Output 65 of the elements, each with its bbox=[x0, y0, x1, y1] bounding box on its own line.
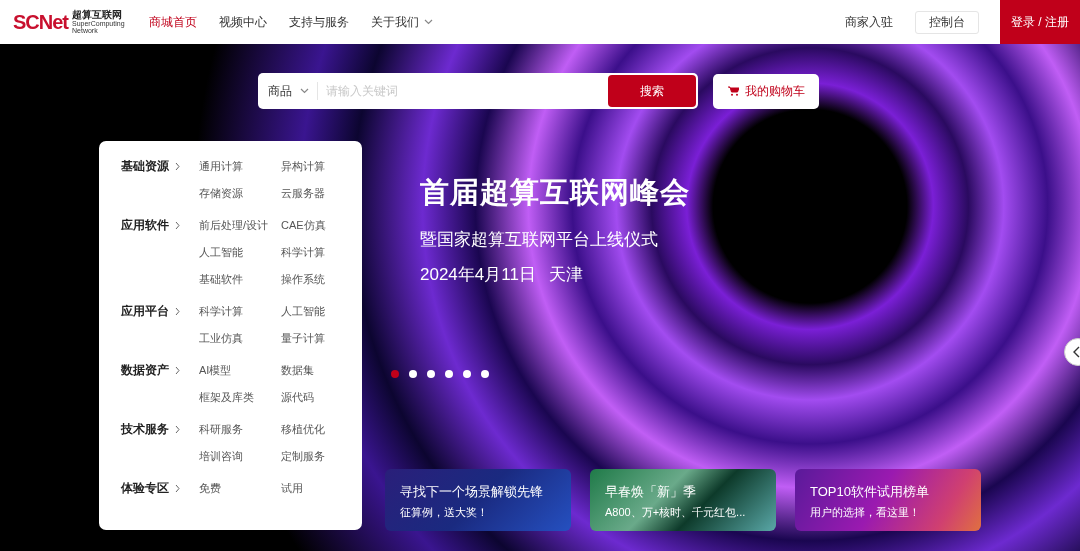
category-link[interactable]: 量子计算 bbox=[281, 330, 361, 346]
promo-text: A800、万+核时、千元红包... bbox=[605, 505, 747, 520]
category-heading[interactable]: 技术服务 bbox=[121, 421, 199, 437]
promo-title: 早春焕「新」季 bbox=[605, 483, 697, 500]
merchant-link[interactable]: 商家入驻 bbox=[845, 13, 893, 31]
cart-icon bbox=[727, 86, 739, 96]
banner-city: 天津 bbox=[548, 264, 583, 286]
login-button[interactable]: 登录 / 注册 bbox=[1000, 0, 1080, 44]
category-link[interactable]: 云服务器 bbox=[281, 185, 361, 201]
category-link[interactable]: 试用 bbox=[281, 480, 361, 496]
category-link[interactable]: 通用计算 bbox=[199, 158, 281, 174]
promo-text: 征算例，送大奖！ bbox=[400, 505, 489, 520]
nav-link[interactable]: 商城首页 bbox=[148, 13, 197, 31]
promo-title: 寻找下一个场景解锁先锋 bbox=[400, 483, 544, 500]
chevron-right-icon bbox=[175, 220, 180, 230]
search-button[interactable]: 搜索 bbox=[608, 75, 696, 107]
category-link[interactable]: 工业仿真 bbox=[199, 330, 281, 346]
promo-text: 用户的选择，看这里！ bbox=[810, 505, 921, 520]
category-link[interactable]: 前后处理/设计 bbox=[199, 217, 281, 233]
cart-button[interactable]: 我的购物车 bbox=[713, 73, 819, 109]
category-link[interactable]: 人工智能 bbox=[281, 303, 361, 319]
category-link[interactable]: 培训咨询 bbox=[199, 448, 281, 464]
chevron-down-icon bbox=[423, 19, 433, 25]
category-link[interactable]: 源代码 bbox=[281, 389, 361, 405]
nav-link[interactable]: 视频中心 bbox=[218, 13, 267, 31]
category-link[interactable]: 操作系统 bbox=[281, 271, 361, 287]
nav-link[interactable]: 支持与服务 bbox=[288, 13, 349, 31]
chevron-right-icon bbox=[175, 306, 180, 316]
category-link[interactable]: 存储资源 bbox=[199, 185, 281, 201]
category-heading[interactable]: 基础资源 bbox=[121, 158, 199, 174]
category-link[interactable]: 定制服务 bbox=[281, 448, 361, 464]
category-link[interactable]: CAE仿真 bbox=[281, 217, 361, 233]
category-heading[interactable]: 体验专区 bbox=[121, 480, 199, 496]
category-link[interactable]: 数据集 bbox=[281, 362, 361, 378]
category-heading[interactable]: 应用平台 bbox=[121, 303, 199, 319]
category-link[interactable]: 免费 bbox=[199, 480, 281, 496]
banner-headline: 首届超算互联网峰会 bbox=[420, 175, 690, 210]
category-link[interactable]: AI模型 bbox=[199, 362, 281, 378]
category-link[interactable]: 异构计算 bbox=[281, 158, 361, 174]
promo-title: TOP10软件试用榜单 bbox=[810, 483, 930, 500]
category-link[interactable]: 科学计算 bbox=[281, 244, 361, 260]
banner-date: 2024年4月11日 bbox=[420, 264, 536, 286]
chevron-right-icon bbox=[175, 483, 180, 493]
category-link[interactable]: 移植优化 bbox=[281, 421, 361, 437]
category-link[interactable]: 科研服务 bbox=[199, 421, 281, 437]
chevron-right-icon bbox=[175, 161, 180, 171]
category-heading[interactable]: 应用软件 bbox=[121, 217, 199, 233]
chevron-right-icon bbox=[175, 365, 180, 375]
promo-card[interactable]: TOP10软件试用榜单 用户的选择，看这里！ bbox=[795, 469, 981, 531]
promo-card[interactable]: 寻找下一个场景解锁先锋 征算例，送大奖！ bbox=[385, 469, 571, 531]
console-button[interactable]: 控制台 bbox=[915, 10, 979, 34]
chevron-left-icon bbox=[1073, 346, 1080, 358]
logo-wordmark[interactable]: SCNet bbox=[13, 12, 68, 32]
nav-link[interactable]: 关于我们 bbox=[370, 13, 433, 31]
chevron-down-icon bbox=[300, 88, 309, 94]
category-heading[interactable]: 数据资产 bbox=[121, 362, 199, 378]
category-link[interactable]: 人工智能 bbox=[199, 244, 281, 260]
category-link[interactable]: 框架及库类 bbox=[199, 389, 281, 405]
logo-name: 超算互联网 bbox=[72, 10, 123, 20]
category-link[interactable]: 基础软件 bbox=[199, 271, 281, 287]
promo-card[interactable]: 早春焕「新」季 A800、万+核时、千元红包... bbox=[590, 469, 776, 531]
banner-subtitle: 暨国家超算互联网平台上线仪式 bbox=[420, 228, 659, 251]
chevron-right-icon bbox=[175, 424, 180, 434]
category-link[interactable]: 科学计算 bbox=[199, 303, 281, 319]
category-dropdown[interactable]: 商品 bbox=[268, 82, 309, 100]
